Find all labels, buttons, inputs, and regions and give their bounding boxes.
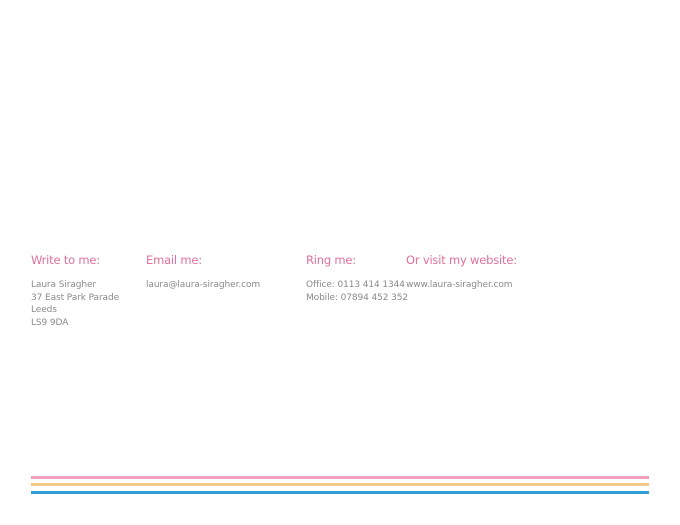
address-postcode: LS9 9DA [31,317,69,328]
website-heading: Or visit my website: [406,253,517,267]
email-me-heading: Email me: [146,253,202,267]
email-address-link[interactable]: laura@laura-siragher.com [146,279,260,292]
yellow-stripe [31,483,649,486]
mobile-phone: Mobile: 07894 452 352 [306,292,409,303]
office-phone: Office: 0113 414 1344 [306,280,405,290]
pink-stripe [31,476,649,479]
address-name: Laura Siragher [31,280,96,290]
address-street: 37 East Park Parade [31,292,120,303]
website-link[interactable]: www.laura-siragher.com [406,279,517,292]
email-me-section: Email me: laura@laura-siragher.com [146,253,260,292]
ring-me-heading: Ring me: [306,253,356,267]
website-section: Or visit my website: www.laura-siragher.… [406,253,517,292]
ring-me-section: Ring me: Office: 0113 414 1344 Mobile: 0… [306,253,408,304]
blue-stripe [31,491,649,494]
address-city: Leeds [31,305,57,315]
write-to-me-heading: Write to me: [31,253,100,267]
write-to-me-section: Write to me: Laura Siragher 37 East Park… [31,253,119,329]
